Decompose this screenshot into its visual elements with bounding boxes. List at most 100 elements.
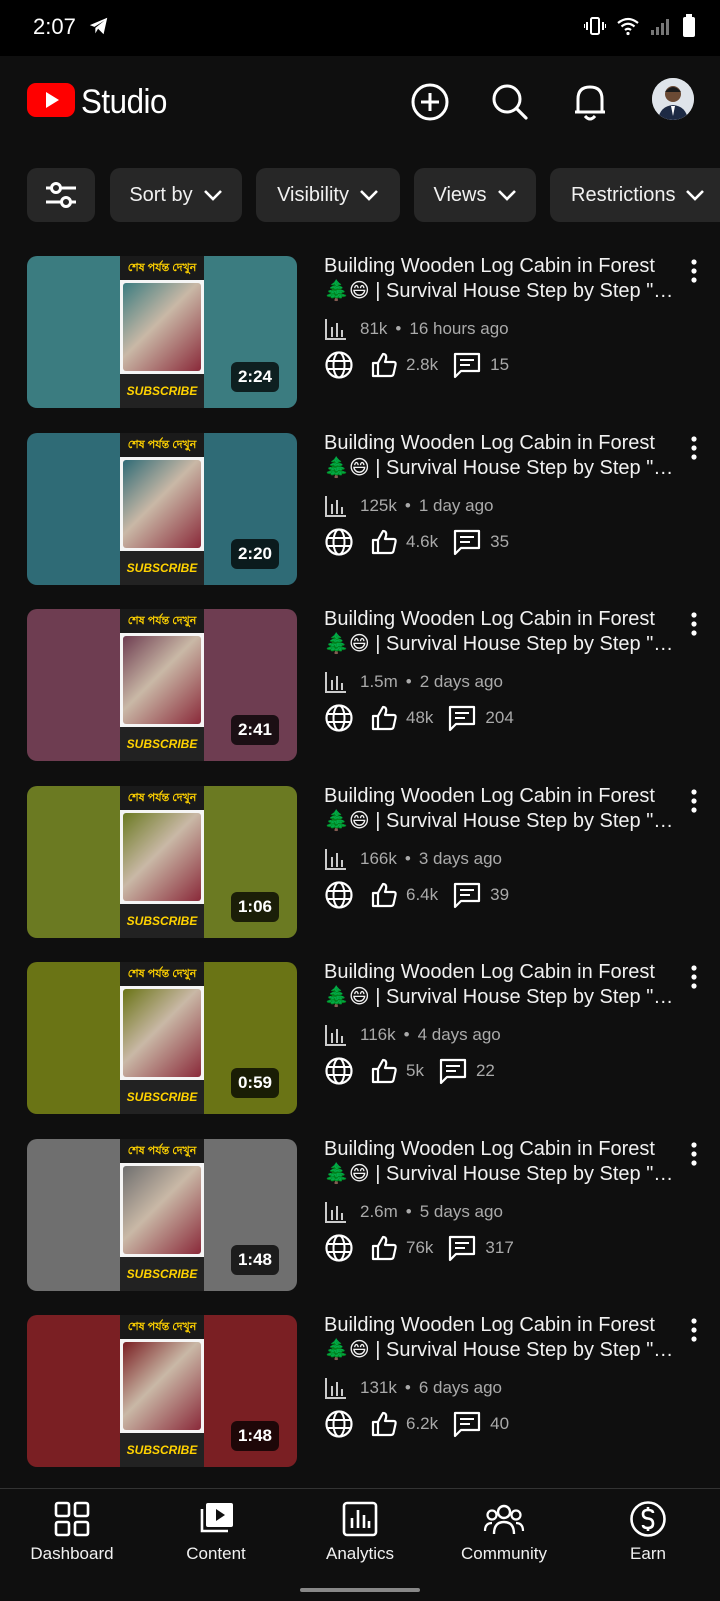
more-vert-icon	[691, 1318, 697, 1342]
bar-chart-icon	[325, 1378, 346, 1399]
video-row[interactable]: শেষ পর্যন্ত দেখুন SUBSCRIBE 2:41 Buildin…	[0, 607, 720, 761]
separator-dot: •	[404, 849, 411, 868]
video-row[interactable]: শেষ পর্যন্ত দেখুন SUBSCRIBE 2:24 Buildin…	[0, 254, 720, 408]
video-row[interactable]: শেষ পর্যন্ত দেখুন SUBSCRIBE 2:20 Buildin…	[0, 431, 720, 585]
thumbnail-photo	[123, 1166, 201, 1254]
comment-count: 15	[490, 355, 510, 374]
video-thumbnail[interactable]: শেষ পর্যন্ত দেখুন SUBSCRIBE 2:41	[27, 609, 297, 761]
upload-age: 1 day ago	[418, 496, 494, 515]
nav-content[interactable]: Content	[144, 1489, 288, 1569]
thumbs-up-icon	[370, 1234, 398, 1262]
video-row[interactable]: শেষ পর্যন্ত দেখুন SUBSCRIBE 1:06 Buildin…	[0, 784, 720, 938]
nav-community[interactable]: Community	[432, 1489, 576, 1569]
youtube-studio-logo[interactable]: Studio	[27, 83, 174, 122]
video-thumbnail[interactable]: শেষ পর্যন্ত দেখুন SUBSCRIBE 1:48	[27, 1139, 297, 1291]
video-title-line2[interactable]: 🌲😄 | Survival House Step by Step "7…	[324, 1338, 684, 1363]
upload-age: 4 days ago	[417, 1025, 501, 1044]
bar-chart-icon	[325, 496, 346, 517]
community-icon	[483, 1500, 525, 1538]
video-title-line1[interactable]: Building Wooden Log Cabin in Forest	[324, 784, 684, 809]
video-row[interactable]: শেষ পর্যন্ত দেখুন SUBSCRIBE 1:48 Buildin…	[0, 1313, 720, 1467]
video-stats: 125k • 1 day ago	[324, 493, 494, 519]
dashboard-icon	[54, 1500, 90, 1538]
video-title-line2[interactable]: 🌲😄 | Survival House Step by Step "7…	[324, 1162, 684, 1187]
comment-icon	[447, 1234, 477, 1262]
nav-earn[interactable]: Earn	[576, 1489, 720, 1569]
more-options-button[interactable]	[684, 1141, 704, 1167]
video-duration: 1:48	[230, 1245, 279, 1275]
nav-label: Earn	[630, 1544, 666, 1563]
create-button[interactable]	[405, 77, 455, 127]
avatar[interactable]	[652, 78, 694, 120]
video-title-line1[interactable]: Building Wooden Log Cabin in Forest	[324, 254, 684, 279]
comment-icon	[438, 1057, 468, 1085]
separator-dot: •	[404, 496, 411, 515]
visibility-chip[interactable]: Visibility	[256, 168, 400, 222]
comment-count: 40	[490, 1414, 510, 1433]
more-options-button[interactable]	[684, 258, 704, 284]
bottom-navigation: Dashboard Content Analytics Community Ea…	[0, 1488, 720, 1601]
video-thumbnail[interactable]: শেষ পর্যন্ত দেখুন SUBSCRIBE 1:48	[27, 1315, 297, 1467]
thumbnail-image: শেষ পর্যন্ত দেখুন SUBSCRIBE	[120, 256, 204, 408]
telegram-icon	[88, 15, 110, 42]
video-title-line2[interactable]: 🌲😄 | Survival House Step by Step "7…	[324, 456, 684, 481]
search-button[interactable]	[485, 77, 535, 127]
thumbnail-caption: শেষ পর্যন্ত দেখুন	[120, 786, 204, 810]
views-chip[interactable]: Views	[414, 168, 536, 222]
like-count: 48k	[406, 708, 434, 727]
video-title-line1[interactable]: Building Wooden Log Cabin in Forest	[324, 1313, 684, 1338]
thumbnail-photo	[123, 283, 201, 371]
thumbnail-caption: শেষ পর্যন্ত দেখুন	[120, 1139, 204, 1163]
video-engagement: 76k 317	[324, 1231, 514, 1265]
analytics-icon	[342, 1500, 378, 1538]
comment-icon	[452, 881, 482, 909]
video-title-line2[interactable]: 🌲😄 | Survival House Step by Step "7…	[324, 809, 684, 834]
more-options-button[interactable]	[684, 788, 704, 814]
video-row[interactable]: শেষ পর্যন্ত দেখুন SUBSCRIBE 0:59 Buildin…	[0, 960, 720, 1114]
battery-icon	[682, 14, 696, 43]
globe-icon	[324, 1233, 354, 1263]
search-icon	[492, 84, 528, 120]
view-count: 116k	[360, 1025, 396, 1044]
app-bar: Studio	[0, 58, 720, 148]
video-engagement: 2.8k 15	[324, 348, 509, 382]
video-title-line1[interactable]: Building Wooden Log Cabin in Forest	[324, 607, 684, 632]
nav-analytics[interactable]: Analytics	[288, 1489, 432, 1569]
restrictions-chip[interactable]: Restrictions	[550, 168, 720, 222]
video-thumbnail[interactable]: শেষ পর্যন্ত দেখুন SUBSCRIBE 0:59	[27, 962, 297, 1114]
add-circle-icon	[411, 83, 449, 121]
thumbnail-caption: শেষ পর্যন্ত দেখুন	[120, 609, 204, 633]
more-options-button[interactable]	[684, 611, 704, 637]
thumbnail-photo	[123, 989, 201, 1077]
thumbs-up-icon	[370, 528, 398, 556]
video-thumbnail[interactable]: শেষ পর্যন্ত দেখুন SUBSCRIBE 2:20	[27, 433, 297, 585]
nav-dashboard[interactable]: Dashboard	[0, 1489, 144, 1569]
more-options-button[interactable]	[684, 435, 704, 461]
view-count: 166k	[360, 849, 397, 868]
nav-label: Community	[461, 1544, 547, 1563]
video-row[interactable]: শেষ পর্যন্ত দেখুন SUBSCRIBE 1:48 Buildin…	[0, 1137, 720, 1291]
video-title-line1[interactable]: Building Wooden Log Cabin in Forest	[324, 431, 684, 456]
sort-by-chip[interactable]: Sort by	[110, 168, 242, 222]
like-count: 2.8k	[406, 355, 439, 374]
youtube-logo-icon	[27, 83, 75, 122]
video-thumbnail[interactable]: শেষ পর্যন্ত দেখুন SUBSCRIBE 2:24	[27, 256, 297, 408]
vibrate-icon	[583, 16, 607, 41]
video-stats: 131k • 6 days ago	[324, 1375, 502, 1401]
video-title-line2[interactable]: 🌲😄 | Survival House Step by Step "7…	[324, 632, 684, 657]
upload-age: 2 days ago	[419, 672, 503, 691]
video-title-line2[interactable]: 🌲😄 | Survival House Step by Step "7…	[324, 279, 684, 304]
video-thumbnail[interactable]: শেষ পর্যন্ত দেখুন SUBSCRIBE 1:06	[27, 786, 297, 938]
video-title-line2[interactable]: 🌲😄 | Survival House Step by Step "7…	[324, 985, 684, 1010]
status-bar: 2:07	[0, 0, 720, 56]
more-options-button[interactable]	[684, 964, 704, 990]
view-count: 1.5m	[360, 672, 398, 691]
filter-settings-button[interactable]	[27, 168, 95, 222]
thumbs-up-icon	[370, 1057, 398, 1085]
video-title-line1[interactable]: Building Wooden Log Cabin in Forest	[324, 1137, 684, 1162]
sliders-icon	[46, 182, 76, 208]
video-title-line1[interactable]: Building Wooden Log Cabin in Forest	[324, 960, 684, 985]
more-options-button[interactable]	[684, 1317, 704, 1343]
video-duration: 2:41	[230, 715, 279, 745]
notifications-button[interactable]	[565, 77, 615, 127]
